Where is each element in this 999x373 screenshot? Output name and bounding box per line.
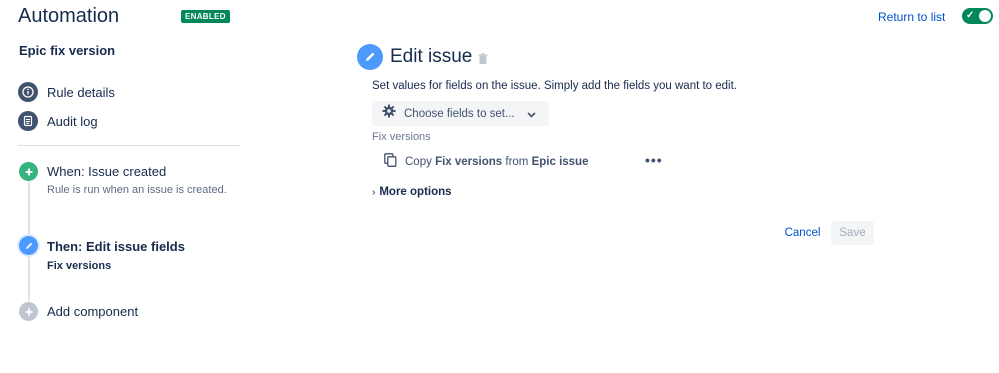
- choose-fields-label: Choose fields to set...: [404, 107, 515, 120]
- step-action-subtitle: Fix versions: [47, 260, 112, 272]
- timeline-connector: [28, 180, 30, 236]
- sidebar-item-label: Audit log: [47, 113, 98, 129]
- copy-source-name: Epic issue: [531, 155, 589, 168]
- copy-icon: [384, 153, 397, 170]
- cancel-button[interactable]: Cancel: [778, 221, 827, 245]
- sidebar-item-rule-details[interactable]: Rule details: [18, 82, 115, 102]
- return-to-list-link[interactable]: Return to list: [878, 10, 945, 24]
- copy-field-name: Fix versions: [435, 155, 503, 168]
- info-icon: [18, 82, 38, 102]
- step-trigger-title[interactable]: When: Issue created: [47, 164, 166, 179]
- sidebar-item-audit-log[interactable]: Audit log: [18, 111, 98, 131]
- gear-icon: [382, 104, 396, 123]
- chevron-down-icon: [527, 105, 536, 123]
- rule-enabled-toggle[interactable]: ✓: [962, 8, 993, 24]
- timeline-connector: [28, 255, 30, 301]
- more-actions-icon[interactable]: •••: [645, 152, 663, 168]
- trash-icon[interactable]: [478, 52, 488, 70]
- more-options-toggle[interactable]: › More options: [372, 186, 452, 198]
- choose-fields-dropdown[interactable]: Choose fields to set...: [372, 101, 549, 126]
- pencil-icon: [357, 44, 383, 70]
- divider: [18, 145, 240, 146]
- edit-issue-title: Edit issue: [390, 46, 473, 67]
- copy-middle: from: [505, 155, 529, 168]
- more-options-label: More options: [379, 186, 452, 198]
- document-icon: [18, 111, 38, 131]
- status-badge: ENABLED: [181, 10, 230, 23]
- step-action-title[interactable]: Then: Edit issue fields: [47, 239, 185, 254]
- fix-versions-label: Fix versions: [372, 131, 431, 143]
- pencil-icon[interactable]: [19, 236, 38, 255]
- rule-name: Epic fix version: [19, 43, 116, 58]
- copy-field-row[interactable]: Copy Fix versions from Epic issue: [384, 153, 588, 170]
- plus-icon[interactable]: [19, 162, 38, 181]
- save-button[interactable]: Save: [831, 221, 874, 245]
- chevron-right-icon: ›: [372, 186, 376, 198]
- sidebar-item-label: Rule details: [47, 84, 115, 100]
- edit-issue-description: Set values for fields on the issue. Simp…: [372, 80, 738, 92]
- toggle-knob: [979, 10, 991, 22]
- check-icon: ✓: [966, 10, 975, 21]
- add-component-link[interactable]: Add component: [47, 304, 138, 319]
- plus-icon[interactable]: [19, 302, 38, 321]
- step-trigger-subtitle: Rule is run when an issue is created.: [47, 184, 227, 196]
- copy-prefix: Copy: [405, 155, 432, 168]
- page-title: Automation: [18, 5, 120, 27]
